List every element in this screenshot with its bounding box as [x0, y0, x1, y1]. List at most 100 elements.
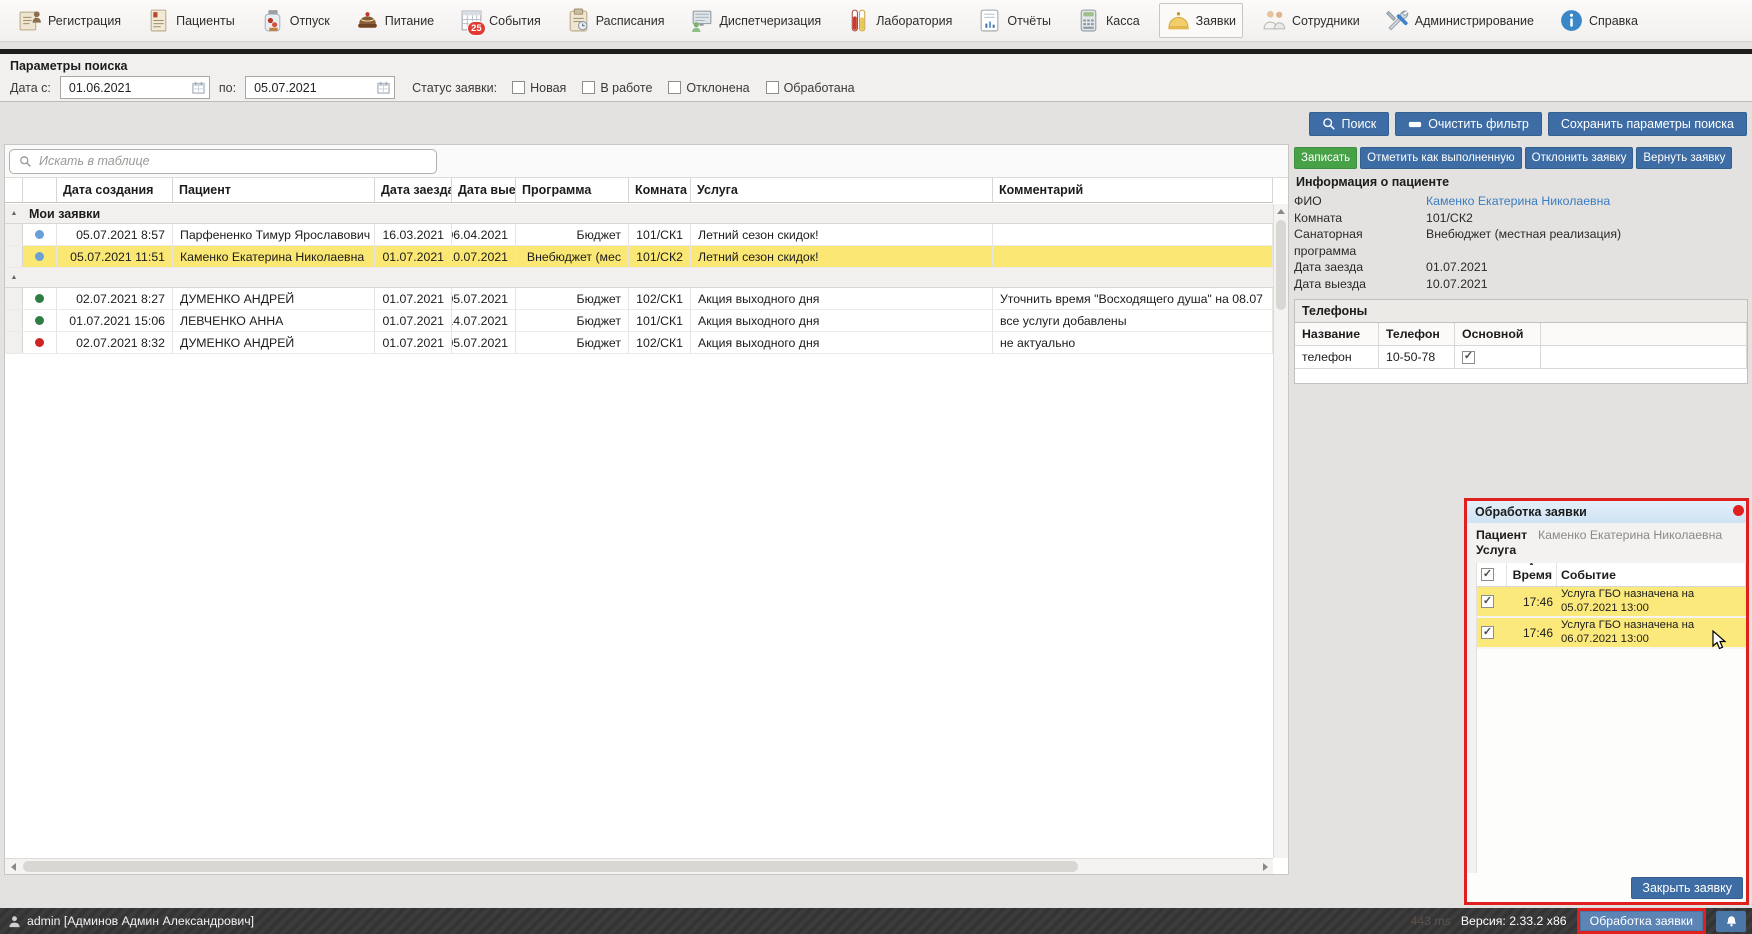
calendar-icon[interactable] — [192, 81, 205, 94]
column-header-patient[interactable]: Пациент — [173, 178, 375, 202]
save-request-button[interactable]: Записать — [1294, 147, 1357, 169]
phone-name-cell: телефон — [1295, 346, 1379, 369]
cell-departure: 05.07.2021 — [452, 332, 516, 353]
horizontal-scrollbar[interactable] — [5, 858, 1273, 874]
request-row[interactable]: 02.07.2021 8:32ДУМЕНКО АНДРЕЙ01.07.20210… — [5, 332, 1273, 354]
toolbar-item-patients[interactable]: Пациенты — [140, 4, 241, 37]
toolbar-item-registration[interactable]: Регистрация — [12, 4, 127, 37]
vertical-scrollbar[interactable] — [1273, 204, 1288, 858]
popup-time-label: Время — [1513, 568, 1552, 582]
request-row[interactable]: 05.07.2021 8:57Парфененко Тимур Ярославо… — [5, 224, 1273, 246]
column-header-departure[interactable]: Дата выезда — [452, 178, 516, 202]
popup-row-check-cell: ✓ — [1477, 625, 1507, 640]
cell-created: 05.07.2021 11:51 — [57, 246, 173, 267]
checkbox[interactable]: ✓ — [1481, 568, 1494, 581]
phones-section: Телефоны Название Телефон Основной телеф… — [1294, 299, 1748, 384]
popup-patient-label: Пациент — [1476, 528, 1538, 543]
table-search-input[interactable]: Искать в таблице — [9, 149, 437, 174]
vertical-scroll-thumb[interactable] — [1276, 220, 1286, 310]
popup-title-bar[interactable]: Обработка заявки — [1467, 501, 1746, 523]
group-row[interactable]: ▲Мои заявки — [5, 204, 1273, 224]
checkbox[interactable]: ✓ — [1481, 595, 1494, 608]
popup-column-time[interactable]: ▲Время — [1507, 563, 1557, 586]
checkbox[interactable] — [766, 81, 779, 94]
checkbox[interactable] — [512, 81, 525, 94]
cell-room: 102/СК1 — [629, 288, 691, 309]
phones-column-phone[interactable]: Телефон — [1379, 323, 1455, 346]
checkbox[interactable] — [582, 81, 595, 94]
toolbar-item-label: Пациенты — [176, 14, 235, 28]
processing-task-button[interactable]: Обработка заявки — [1580, 911, 1703, 931]
vacation-icon — [260, 8, 285, 33]
horizontal-scroll-thumb[interactable] — [23, 861, 1078, 872]
request-row[interactable]: 05.07.2021 11:51Каменко Екатерина Никола… — [5, 246, 1273, 268]
toolbar-item-label: Диспетчеризация — [719, 14, 821, 28]
request-row[interactable]: 01.07.2021 15:06ЛЕВЧЕНКО АННА01.07.20211… — [5, 310, 1273, 332]
status-option-label: Новая — [530, 81, 566, 95]
column-header-program[interactable]: Программа — [516, 178, 629, 202]
phones-column-name[interactable]: Название — [1295, 323, 1379, 346]
toolbar-item-administration[interactable]: Администрирование — [1379, 4, 1540, 37]
user-icon — [8, 915, 21, 928]
toolbar-item-dispatch[interactable]: Диспетчеризация — [683, 4, 827, 37]
collapse-arrow-icon[interactable]: ▲ — [5, 268, 23, 288]
toolbar-item-vacation[interactable]: Отпуск — [254, 4, 336, 37]
popup-service-row: Услуга — [1476, 543, 1737, 558]
cell-arrival: 16.03.2021 — [375, 224, 452, 245]
toolbar-item-food[interactable]: Питание — [349, 4, 440, 37]
status-option-declined[interactable]: Отклонена — [668, 81, 749, 95]
mark-done-button[interactable]: Отметить как выполненную — [1360, 147, 1521, 169]
toolbar-item-staff[interactable]: Сотрудники — [1256, 4, 1366, 37]
scroll-right-arrow-icon[interactable] — [1257, 859, 1273, 874]
patient-name-link[interactable]: Каменко Екатерина Николаевна — [1426, 193, 1610, 210]
checkbox[interactable]: ✓ — [1462, 351, 1475, 364]
request-processing-popup: Обработка заявки Пациент Каменко Екатери… — [1464, 498, 1749, 905]
column-header-arrival[interactable]: Дата заезда — [375, 178, 452, 202]
column-header-comment[interactable]: Комментарий — [993, 178, 1273, 202]
administration-icon — [1385, 8, 1410, 33]
column-header-created[interactable]: Дата создания — [57, 178, 173, 202]
column-header-service[interactable]: Услуга — [691, 178, 993, 202]
info-row-arrival: Дата заезда 01.07.2021 — [1294, 259, 1748, 276]
checkbox[interactable]: ✓ — [1481, 626, 1494, 639]
scroll-left-arrow-icon[interactable] — [5, 859, 21, 874]
info-label: Санаторная программа — [1294, 226, 1426, 259]
column-header-room[interactable]: Комната — [629, 178, 691, 202]
date-from-input[interactable]: 01.06.2021 — [60, 76, 210, 99]
status-dot-blue-icon — [35, 230, 44, 239]
toolbar-item-reports[interactable]: Отчёты — [971, 4, 1057, 37]
date-to-input[interactable]: 05.07.2021 — [245, 76, 395, 99]
status-dot-blue-icon — [35, 252, 44, 261]
popup-event-row[interactable]: ✓17:46Услуга ГБО назначена на 05.07.2021… — [1477, 587, 1746, 618]
return-request-button[interactable]: Вернуть заявку — [1636, 147, 1732, 169]
toolbar-item-help[interactable]: Справка — [1553, 4, 1644, 37]
toolbar-item-schedules[interactable]: Расписания — [560, 4, 671, 37]
clear-filter-button[interactable]: Очистить фильтр — [1395, 112, 1542, 136]
check-mark: ✓ — [1483, 627, 1492, 638]
close-request-button[interactable]: Закрыть заявку — [1631, 877, 1743, 899]
cell-service: Акция выходного дня — [691, 288, 993, 309]
popup-column-event[interactable]: Событие — [1557, 563, 1746, 586]
status-option-inwork[interactable]: В работе — [582, 81, 652, 95]
notifications-button[interactable] — [1716, 911, 1746, 932]
checkbox[interactable] — [668, 81, 681, 94]
decline-request-label: Отклонить заявку — [1532, 152, 1627, 164]
row-indicator — [5, 246, 23, 267]
search-button[interactable]: Поиск — [1309, 112, 1390, 136]
save-search-params-button[interactable]: Сохранить параметры поиска — [1548, 112, 1747, 136]
toolbar-item-events[interactable]: 25 События — [453, 4, 547, 37]
calendar-icon[interactable] — [377, 81, 390, 94]
scroll-up-arrow-icon[interactable] — [1274, 204, 1288, 218]
decline-request-button[interactable]: Отклонить заявку — [1525, 147, 1634, 169]
popup-event-row[interactable]: ✓17:46Услуга ГБО назначена на 06.07.2021… — [1477, 618, 1746, 649]
request-row[interactable]: 02.07.2021 8:27ДУМЕНКО АНДРЕЙ01.07.20210… — [5, 288, 1273, 310]
phones-column-primary[interactable]: Основной — [1455, 323, 1541, 346]
status-option-processed[interactable]: Обработана — [766, 81, 855, 95]
toolbar-item-laboratory[interactable]: Лаборатория — [840, 4, 958, 37]
toolbar-item-requests[interactable]: Заявки — [1159, 3, 1243, 38]
collapse-arrow-icon[interactable]: ▲ — [5, 204, 23, 224]
group-row[interactable]: ▲ — [5, 268, 1273, 288]
cell-comment: Уточнить время "Восходящего душа" на 08.… — [993, 288, 1273, 309]
toolbar-item-cash[interactable]: Касса — [1070, 4, 1146, 37]
status-option-new[interactable]: Новая — [512, 81, 566, 95]
